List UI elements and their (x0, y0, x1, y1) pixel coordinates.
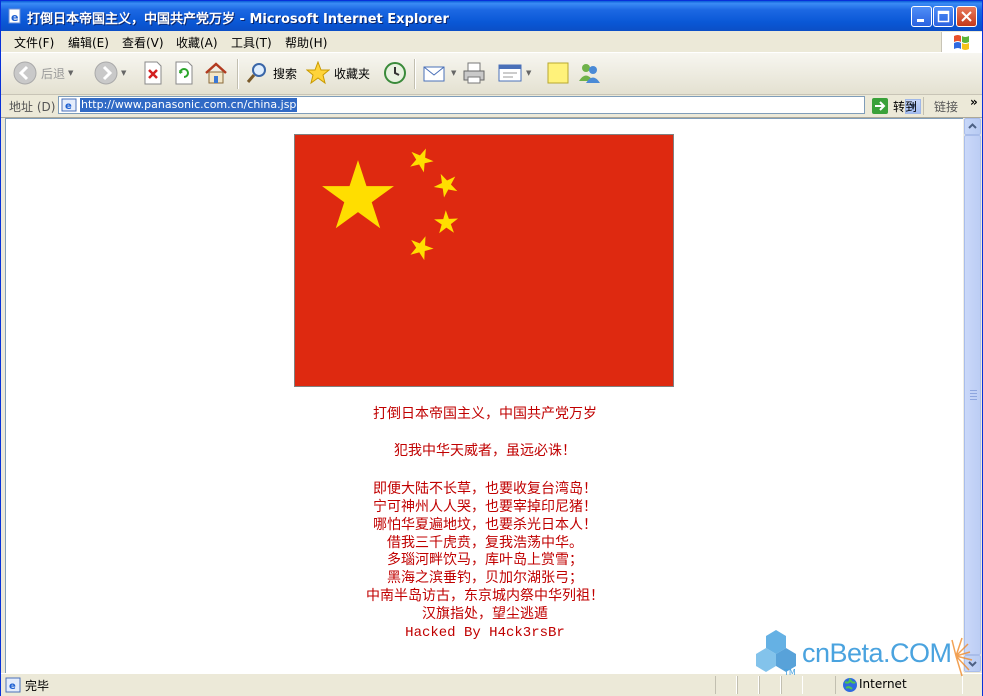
go-label: 转到 (893, 99, 918, 114)
grip-line (970, 390, 977, 391)
refresh-icon (175, 61, 193, 85)
grip-line (970, 399, 977, 400)
chevron-down-icon: ▼ (451, 69, 457, 77)
close-icon (961, 11, 972, 22)
scroll-up-button[interactable] (964, 118, 981, 135)
svg-text:e: e (65, 101, 72, 112)
standard-toolbar: 后退 ▼ ▼ 搜索 收藏夹 ▼ ▼ (1, 53, 982, 95)
star-icon (306, 61, 330, 85)
back-arrow-icon (13, 61, 37, 85)
grip-line (970, 396, 977, 397)
history-icon (384, 62, 406, 84)
poem-line: 中南半岛访古，东京城内祭中华列祖！ (366, 588, 604, 604)
grip-line (970, 393, 977, 394)
page-done-icon: e (5, 677, 21, 693)
menu-view[interactable]: 查看(V) (122, 34, 164, 51)
window-title: 打倒日本帝国主义，中国共产党万岁 - Microsoft Internet Ex… (27, 12, 449, 27)
status-panel (715, 676, 737, 694)
minimize-icon (917, 19, 924, 22)
close-button[interactable] (956, 6, 977, 27)
title-bar[interactable]: e 打倒日本帝国主义，中国共产党万岁 - Microsoft Internet … (1, 1, 982, 31)
ie-window: e 打倒日本帝国主义，中国共产党万岁 - Microsoft Internet … (0, 0, 983, 696)
edit-page-icon (498, 64, 522, 82)
search-label: 搜索 (273, 66, 298, 81)
minimize-button[interactable] (911, 6, 932, 27)
stop-button[interactable] (143, 59, 163, 87)
poem-line: 黑海之滨垂钓，贝加尔湖张弓； (387, 570, 583, 586)
menu-favorites[interactable]: 收藏(A) (176, 34, 218, 51)
poem-line: 多瑙河畔饮马，库叶岛上赏雪； (387, 552, 583, 568)
stop-icon (144, 61, 162, 85)
back-label: 后退 (41, 66, 66, 81)
chevron-down-icon: ▼ (68, 69, 74, 77)
chevron-down-icon: ▼ (526, 69, 532, 77)
ie-page-icon: e (61, 98, 77, 112)
poem-line: 借我三千虎贲，复我浩荡中华。 (387, 535, 583, 551)
menu-file[interactable]: 文件(F) (14, 34, 54, 51)
mail-icon (423, 66, 445, 82)
mail-button[interactable]: ▼ (422, 59, 456, 87)
note-icon (547, 62, 569, 84)
go-arrow-icon (872, 98, 888, 114)
menu-help[interactable]: 帮助(H) (285, 34, 327, 51)
history-button[interactable] (383, 59, 407, 87)
address-url[interactable]: http://www.panasonic.com.cn/china.jsp (80, 98, 298, 112)
refresh-button[interactable] (174, 59, 194, 87)
slogan-text: 犯我中华天威者，虽远必诛！ (394, 443, 576, 459)
discuss-button[interactable] (546, 59, 570, 87)
menu-bar: 文件(F) 编辑(E) 查看(V) 收藏(A) 工具(T) 帮助(H) (1, 31, 982, 53)
windows-logo (941, 32, 982, 52)
print-icon (463, 62, 485, 84)
svg-text:e: e (9, 681, 16, 692)
address-input[interactable]: e http://www.panasonic.com.cn/china.jsp … (58, 96, 921, 114)
messenger-button[interactable] (577, 59, 601, 87)
china-flag-image (294, 134, 674, 387)
back-button[interactable]: 后退 ▼ (13, 59, 73, 87)
favorites-label: 收藏夹 (334, 66, 371, 81)
forward-arrow-icon (94, 61, 118, 85)
menu-tools[interactable]: 工具(T) (231, 34, 272, 51)
links-label: 链接 (934, 100, 959, 114)
poem-line: 宁可神州人人哭，也要宰掉印尼猪！ (373, 499, 597, 515)
address-label: 地址 (D) (9, 100, 56, 114)
poem-line: 汉旗指处，望尘逃遁 (422, 606, 548, 622)
search-button[interactable]: 搜索 (245, 59, 297, 87)
go-button[interactable]: 转到 (871, 97, 917, 115)
home-icon (205, 62, 227, 84)
poem-line: 哪怕华夏遍地坟，也要杀光日本人！ (373, 517, 597, 533)
watermark-tm: TM (784, 668, 796, 677)
maximize-icon (937, 10, 950, 23)
chevron-right-icon[interactable]: » (970, 95, 978, 109)
favorites-button[interactable]: 收藏夹 (306, 59, 370, 87)
address-bar: 地址 (D) e http://www.panasonic.com.cn/chi… (1, 95, 982, 118)
toolbar-separator (237, 59, 239, 89)
print-button[interactable] (462, 59, 486, 87)
flag-field (295, 135, 673, 386)
messenger-icon (579, 64, 600, 83)
vertical-scrollbar[interactable] (963, 118, 981, 672)
watermark-text: cnBeta.COM (802, 638, 952, 668)
svg-text:e: e (11, 11, 18, 24)
page-content: 打倒日本帝国主义，中国共产党万岁 犯我中华天威者，虽远必诛！ 即便大陆不长草，也… (5, 118, 964, 674)
search-icon (246, 63, 266, 83)
maximize-button[interactable] (933, 6, 954, 27)
chevron-up-icon (968, 123, 977, 129)
poem-line: 即便大陆不长草，也要收复台湾岛！ (373, 481, 597, 497)
edit-button[interactable]: ▼ (497, 59, 531, 87)
links-toolbar[interactable]: 链接 » (923, 95, 982, 115)
scroll-thumb[interactable] (964, 135, 981, 655)
windows-flag-icon (954, 35, 969, 50)
headline-text: 打倒日本帝国主义，中国共产党万岁 (373, 406, 597, 422)
menu-edit[interactable]: 编辑(E) (68, 34, 109, 51)
chevron-down-icon: ▼ (121, 69, 127, 77)
home-button[interactable] (204, 59, 228, 87)
ie-page-icon: e (8, 8, 21, 24)
forward-button[interactable]: ▼ (94, 59, 126, 87)
toolbar-separator (414, 59, 416, 89)
status-text: 完毕 (25, 679, 50, 693)
